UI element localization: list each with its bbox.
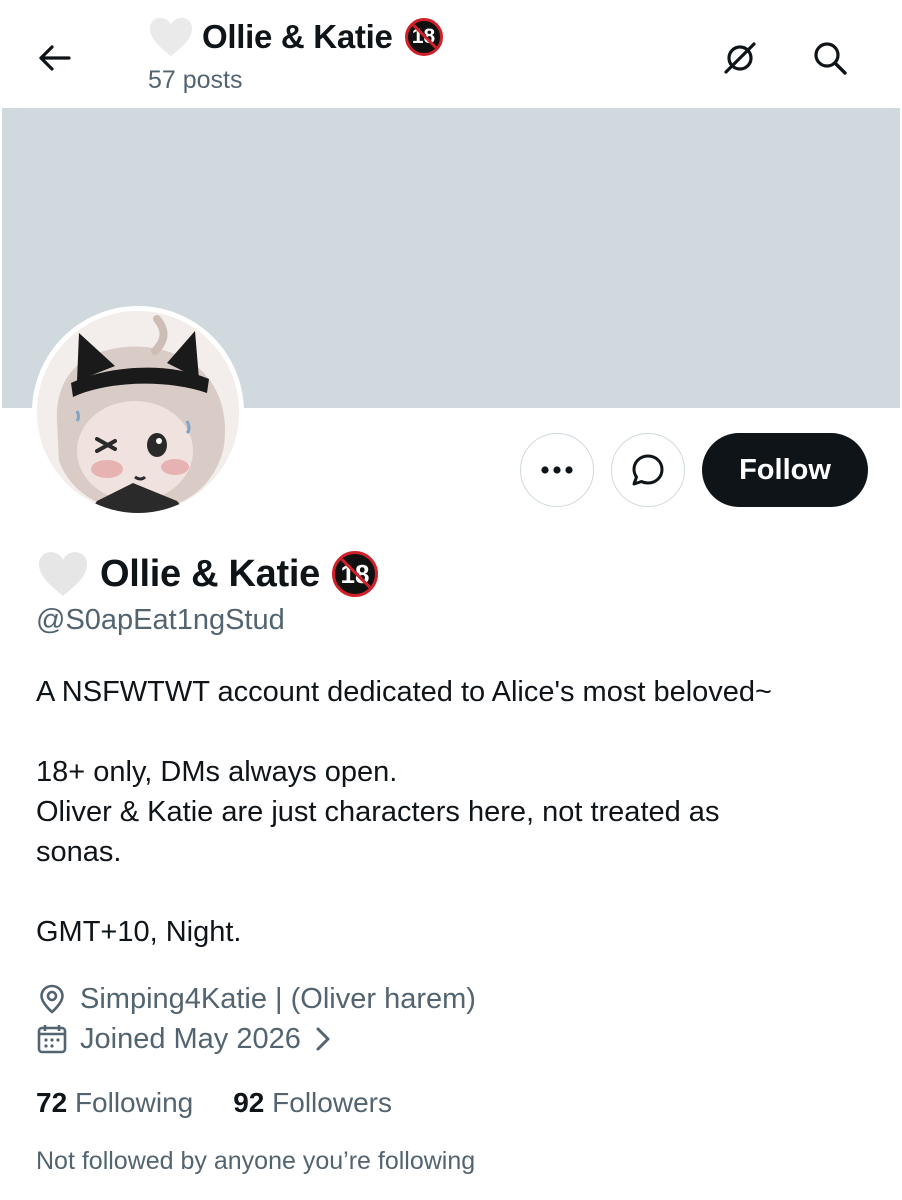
profile-name-row: Ollie & Katie 18 — [36, 548, 378, 600]
following-label: Following — [74, 1087, 194, 1118]
bio-line: sonas. — [36, 836, 122, 868]
profile-joined[interactable]: Joined May 2026 — [36, 1020, 335, 1058]
bio-line — [36, 712, 876, 752]
header-title: Ollie & Katie — [202, 18, 393, 55]
post-count: 57 posts — [148, 66, 243, 94]
bio-line: Oliver & Katie are just characters here,… — [36, 796, 720, 828]
calendar-icon — [36, 1023, 68, 1055]
location-text: Simping4Katie | (Oliver harem) — [80, 982, 476, 1015]
message-icon — [632, 454, 664, 486]
more-icon — [541, 466, 573, 474]
profile-location: Simping4Katie | (Oliver harem) — [36, 980, 476, 1018]
bio-line: GMT+10, Night. — [36, 916, 242, 948]
profile-stats: 72 Following 92 Followers — [36, 1084, 432, 1122]
profile-handle: @S0apEat1ngStud — [36, 604, 285, 636]
heart-icon — [39, 552, 87, 596]
back-button[interactable] — [34, 38, 74, 78]
age-restriction-badge: 18 — [404, 18, 443, 56]
joined-text: Joined May 2026 — [80, 1022, 301, 1055]
avatar[interactable] — [32, 306, 244, 518]
top-bar: Ollie & Katie 18 57 posts — [0, 0, 902, 108]
header-title-block: Ollie & Katie 18 57 posts — [148, 14, 443, 95]
arrow-left-icon — [39, 45, 71, 71]
search-button[interactable] — [808, 36, 852, 80]
followers-count: 92 — [233, 1087, 265, 1118]
bio-line — [36, 872, 876, 912]
followers-label: Followers — [272, 1087, 392, 1118]
message-button[interactable] — [611, 433, 685, 507]
profile-bio: A NSFWTWT account dedicated to Alice's m… — [36, 672, 876, 952]
following-stat[interactable]: 72 Following — [36, 1087, 193, 1119]
more-options-button[interactable] — [520, 433, 594, 507]
bio-line: A NSFWTWT account dedicated to Alice's m… — [36, 676, 772, 708]
grok-button[interactable] — [718, 36, 762, 80]
profile-name: Ollie & Katie — [100, 552, 320, 595]
follow-button[interactable]: Follow — [702, 433, 868, 507]
followers-stat[interactable]: 92 Followers — [233, 1087, 392, 1119]
bio-line: 18+ only, DMs always open. — [36, 756, 398, 788]
location-pin-icon — [36, 983, 68, 1015]
age-restriction-badge: 18 — [331, 551, 378, 597]
heart-icon — [150, 17, 192, 57]
followed-by-note: Not followed by anyone you’re following — [36, 1147, 476, 1175]
avatar-image — [37, 311, 239, 513]
grok-icon — [724, 42, 756, 74]
search-icon — [814, 42, 847, 75]
following-count: 72 — [36, 1087, 68, 1118]
chevron-right-icon — [316, 1027, 330, 1051]
